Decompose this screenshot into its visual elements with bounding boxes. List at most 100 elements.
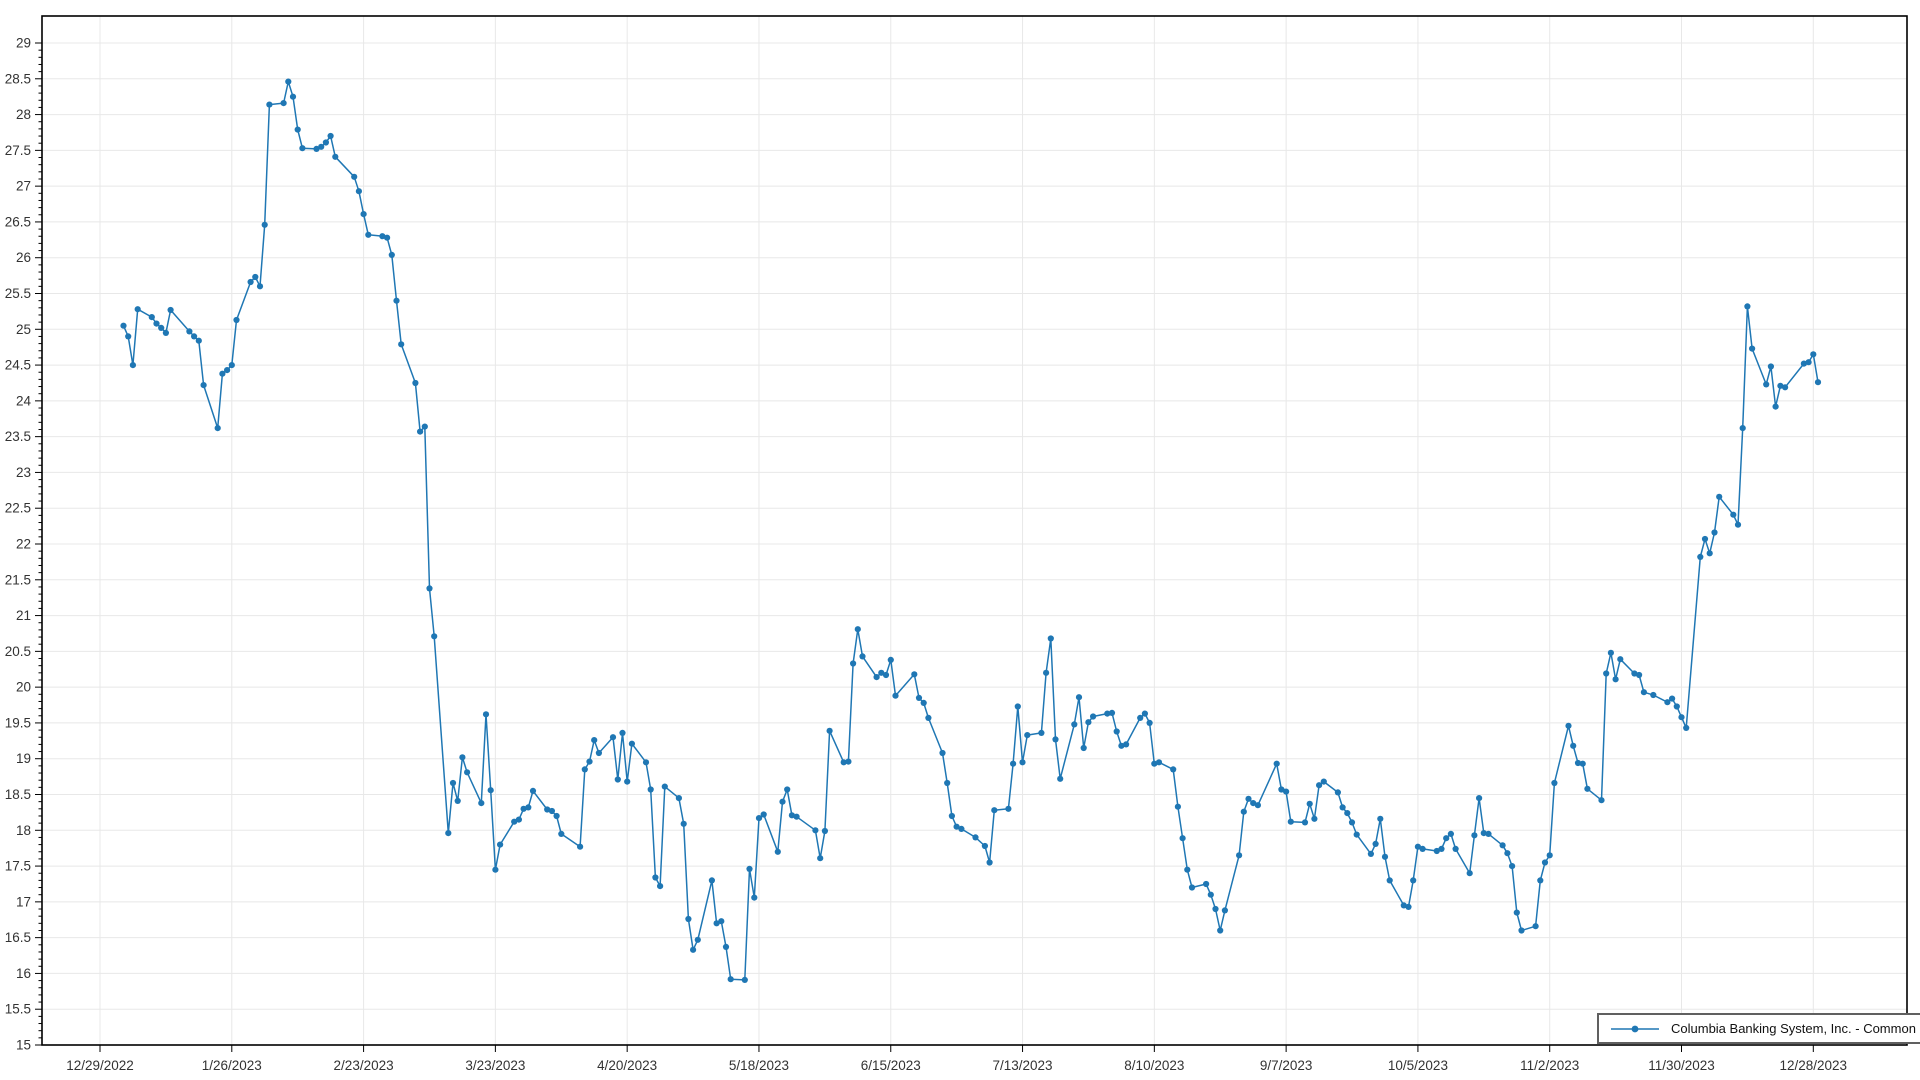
data-point[interactable] (751, 895, 757, 901)
data-point[interactable] (455, 798, 461, 804)
data-point[interactable] (323, 139, 329, 145)
data-point[interactable] (285, 79, 291, 85)
data-point[interactable] (1005, 806, 1011, 812)
data-point[interactable] (1674, 703, 1680, 709)
data-point[interactable] (1090, 713, 1096, 719)
data-point[interactable] (398, 341, 404, 347)
data-point[interactable] (393, 298, 399, 304)
data-point[interactable] (1410, 877, 1416, 883)
data-point[interactable] (417, 429, 423, 435)
data-point[interactable] (530, 788, 536, 794)
data-point[interactable] (1641, 689, 1647, 695)
data-point[interactable] (892, 693, 898, 699)
data-point[interactable] (624, 779, 630, 785)
data-point[interactable] (610, 734, 616, 740)
data-point[interactable] (1255, 802, 1261, 808)
data-point[interactable] (361, 211, 367, 217)
data-point[interactable] (596, 750, 602, 756)
data-point[interactable] (1711, 529, 1717, 535)
data-point[interactable] (248, 279, 254, 285)
data-point[interactable] (464, 769, 470, 775)
data-point[interactable] (1081, 745, 1087, 751)
data-point[interactable] (1184, 867, 1190, 873)
data-point[interactable] (723, 944, 729, 950)
data-point[interactable] (290, 94, 296, 100)
data-point[interactable] (991, 807, 997, 813)
data-point[interactable] (158, 325, 164, 331)
data-point[interactable] (925, 715, 931, 721)
data-point[interactable] (1387, 877, 1393, 883)
data-point[interactable] (1678, 714, 1684, 720)
data-point[interactable] (478, 800, 484, 806)
data-point[interactable] (450, 780, 456, 786)
data-point[interactable] (1815, 379, 1821, 385)
data-point[interactable] (1504, 850, 1510, 856)
data-point[interactable] (1076, 694, 1082, 700)
data-point[interactable] (1189, 884, 1195, 890)
data-point[interactable] (1735, 522, 1741, 528)
data-point[interactable] (591, 737, 597, 743)
data-point[interactable] (883, 672, 889, 678)
data-point[interactable] (120, 323, 126, 329)
data-point[interactable] (652, 874, 658, 880)
data-point[interactable] (949, 813, 955, 819)
data-point[interactable] (1500, 842, 1506, 848)
data-point[interactable] (1533, 923, 1539, 929)
data-point[interactable] (332, 154, 338, 160)
data-point[interactable] (1085, 719, 1091, 725)
data-point[interactable] (1740, 425, 1746, 431)
data-point[interactable] (1170, 766, 1176, 772)
data-point[interactable] (1570, 743, 1576, 749)
data-point[interactable] (1636, 672, 1642, 678)
data-point[interactable] (690, 947, 696, 953)
data-point[interactable] (1485, 831, 1491, 837)
data-point[interactable] (944, 780, 950, 786)
data-point[interactable] (1707, 550, 1713, 556)
data-point[interactable] (196, 338, 202, 344)
data-point[interactable] (1373, 841, 1379, 847)
data-point[interactable] (1142, 711, 1148, 717)
data-point[interactable] (827, 728, 833, 734)
data-point[interactable] (299, 145, 305, 151)
data-point[interactable] (1810, 351, 1816, 357)
data-point[interactable] (351, 174, 357, 180)
data-point[interactable] (855, 626, 861, 632)
data-point[interactable] (1354, 832, 1360, 838)
data-point[interactable] (761, 811, 767, 817)
data-point[interactable] (483, 711, 489, 717)
data-point[interactable] (1669, 696, 1675, 702)
data-point[interactable] (257, 283, 263, 289)
data-point[interactable] (1773, 404, 1779, 410)
data-point[interactable] (318, 144, 324, 150)
data-point[interactable] (549, 808, 555, 814)
data-point[interactable] (1057, 776, 1063, 782)
data-point[interactable] (1208, 892, 1214, 898)
data-point[interactable] (1730, 512, 1736, 518)
data-point[interactable] (328, 133, 334, 139)
data-point[interactable] (1547, 852, 1553, 858)
data-point[interactable] (426, 585, 432, 591)
data-point[interactable] (1716, 494, 1722, 500)
data-point[interactable] (149, 314, 155, 320)
data-point[interactable] (817, 855, 823, 861)
data-point[interactable] (648, 786, 654, 792)
data-point[interactable] (1443, 835, 1449, 841)
data-point[interactable] (662, 784, 668, 790)
data-point[interactable] (1768, 363, 1774, 369)
data-point[interactable] (1697, 554, 1703, 560)
data-point[interactable] (558, 831, 564, 837)
data-point[interactable] (1156, 759, 1162, 765)
data-point[interactable] (1010, 761, 1016, 767)
data-point[interactable] (1476, 795, 1482, 801)
data-point[interactable] (431, 633, 437, 639)
data-point[interactable] (619, 730, 625, 736)
data-point[interactable] (1203, 881, 1209, 887)
data-point[interactable] (135, 306, 141, 312)
data-point[interactable] (422, 424, 428, 430)
data-point[interactable] (1617, 656, 1623, 662)
data-point[interactable] (746, 866, 752, 872)
data-point[interactable] (1038, 730, 1044, 736)
data-point[interactable] (1377, 816, 1383, 822)
data-point[interactable] (201, 382, 207, 388)
data-point[interactable] (459, 754, 465, 760)
